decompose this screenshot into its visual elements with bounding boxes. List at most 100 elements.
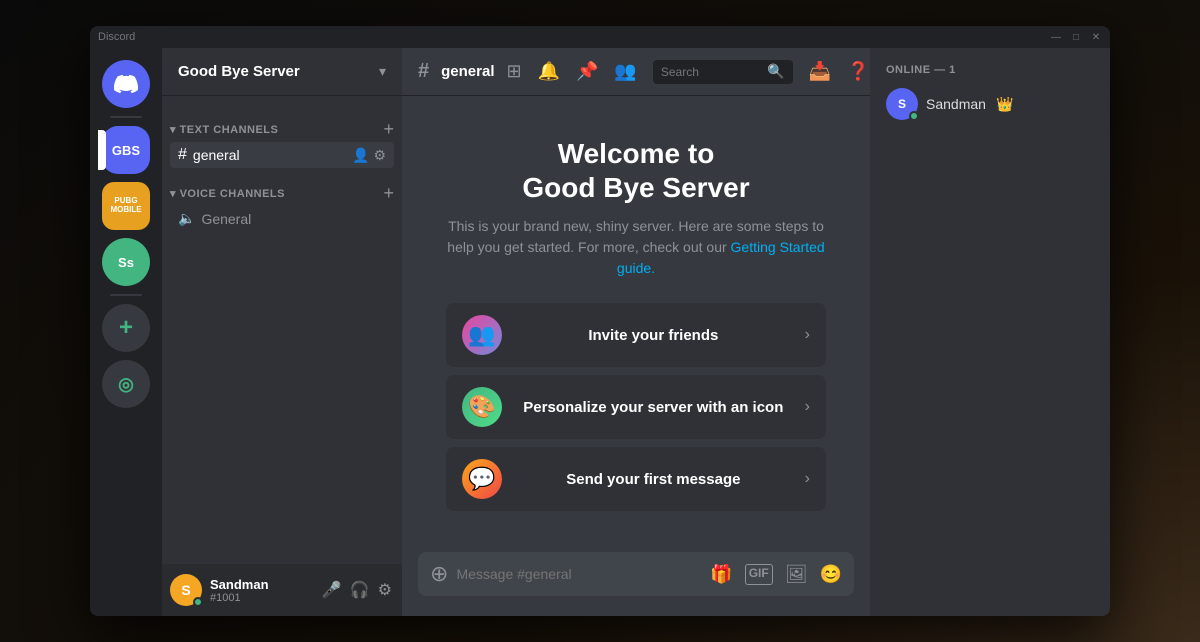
voice-channels-category: ▾ Voice Channels + [162, 168, 402, 206]
text-channel-icon: # [178, 146, 187, 164]
server-icon-add[interactable]: + [102, 304, 150, 352]
server-name: Good Bye Server [178, 63, 300, 80]
mute-button[interactable]: 🎤 [320, 578, 344, 602]
add-text-channel-button[interactable]: + [383, 120, 394, 138]
personalize-label: Personalize your server with an icon [514, 399, 793, 416]
member-item-sandman[interactable]: S Sandman 👑 [878, 84, 1102, 124]
user-name: Sandman [210, 577, 312, 592]
close-button[interactable]: ✕ [1090, 31, 1102, 43]
server-icon-ss[interactable]: Ss [102, 238, 150, 286]
hashtag-threads-icon[interactable]: ⊞ [506, 61, 521, 82]
online-members-header: ONLINE — 1 [878, 64, 1102, 76]
notification-bell-icon[interactable]: 🔔 [538, 61, 560, 82]
invite-friends-label: Invite your friends [514, 327, 793, 344]
member-avatar-initial: S [898, 97, 906, 111]
server-icon-discord-home[interactable] [102, 60, 150, 108]
gift-icon[interactable]: 🎁 [710, 564, 732, 585]
pin-icon[interactable]: 📌 [576, 61, 598, 82]
action-cards: 👥 Invite your friends › 🎨 Personalize yo… [446, 303, 826, 511]
channel-actions: 👤 ⚙ [352, 147, 386, 164]
server-icon-pubg[interactable]: PUBGMOBILE [102, 182, 150, 230]
server-divider [110, 116, 142, 118]
personalize-chevron-icon: › [805, 398, 810, 416]
gif-icon[interactable]: GIF [745, 564, 773, 585]
search-bar[interactable]: Search 🔍 [653, 60, 793, 84]
user-status-dot [193, 597, 203, 607]
welcome-content: Welcome toGood Bye Server This is your b… [446, 137, 826, 511]
title-bar: Discord — □ ✕ [90, 26, 1110, 48]
active-server-pip [98, 130, 106, 170]
main-content: # general ⊞ 🔔 📌 👥 Search 🔍 📥 ❓ [402, 48, 870, 616]
emoji-icon[interactable]: 😊 [820, 564, 842, 585]
discord-window: Discord — □ ✕ GBS PUBGMOBILE Ss [90, 26, 1110, 616]
invite-friends-card[interactable]: 👥 Invite your friends › [446, 303, 826, 367]
add-attachment-button[interactable]: ⊕ [430, 561, 448, 587]
text-channels-category: ▾ Text Channels + [162, 104, 402, 142]
text-channels-label: ▾ Text Channels [170, 123, 278, 136]
member-online-dot [909, 111, 919, 121]
member-avatar-sandman: S [886, 88, 918, 120]
message-input-box: ⊕ 🎁 GIF 🖼 😊 [418, 552, 854, 596]
app-body: GBS PUBGMOBILE Ss + ◎ Good Bye Server ▾ [90, 48, 1110, 616]
user-discriminator: #1001 [210, 592, 312, 604]
channel-user-icon: 👤 [352, 147, 369, 164]
chat-messages: Welcome toGood Bye Server This is your b… [402, 96, 870, 552]
voice-channels-label: ▾ Voice Channels [170, 187, 285, 200]
channel-item-general[interactable]: # general 👤 ⚙ [170, 142, 394, 168]
explore-icon: ◎ [118, 374, 134, 395]
inbox-icon[interactable]: 📥 [809, 61, 831, 82]
personalize-card[interactable]: 🎨 Personalize your server with an icon › [446, 375, 826, 439]
user-avatar: S [170, 574, 202, 606]
search-placeholder-text: Search [661, 65, 699, 79]
message-icon: 💬 [462, 459, 502, 499]
server-icon-explore[interactable]: ◎ [102, 360, 150, 408]
server-icon-gbs[interactable]: GBS [102, 126, 150, 174]
server-gbs-initials: GBS [112, 143, 140, 158]
add-server-icon: + [119, 314, 133, 342]
invite-icon: 👥 [462, 315, 502, 355]
server-ss-initials: Ss [118, 255, 134, 270]
server-divider-2 [110, 294, 142, 296]
message-input-field[interactable] [456, 566, 702, 582]
chat-area: Welcome toGood Bye Server This is your b… [402, 96, 870, 616]
welcome-description: This is your brand new, shiny server. He… [446, 216, 826, 279]
help-icon[interactable]: ❓ [847, 61, 869, 82]
personalize-icon: 🎨 [462, 387, 502, 427]
window-controls: — □ ✕ [1050, 31, 1102, 43]
user-info: Sandman #1001 [210, 577, 312, 604]
member-crown-icon: 👑 [996, 96, 1013, 113]
deafen-button[interactable]: 🎧 [348, 578, 372, 602]
title-bar-text: Discord [98, 31, 135, 43]
channel-hashtag-icon: # [418, 60, 429, 83]
first-message-card[interactable]: 💬 Send your first message › [446, 447, 826, 511]
maximize-button[interactable]: □ [1070, 31, 1082, 43]
server-pubg-label: PUBGMOBILE [110, 197, 141, 215]
server-sidebar: GBS PUBGMOBILE Ss + ◎ [90, 48, 162, 616]
message-chevron-icon: › [805, 470, 810, 488]
user-controls: 🎤 🎧 ⚙ [320, 578, 394, 602]
minimize-button[interactable]: — [1050, 31, 1062, 43]
channels-list: ▾ Text Channels + # general 👤 ⚙ ▾ Voice … [162, 96, 402, 564]
voice-channel-name: General [201, 211, 251, 227]
message-input-actions: 🎁 GIF 🖼 😊 [710, 564, 842, 585]
members-sidebar: ONLINE — 1 S Sandman 👑 [870, 48, 1110, 616]
user-avatar-initial: S [181, 582, 190, 598]
server-chevron-icon: ▾ [379, 63, 386, 80]
top-bar-channel-name: general [441, 63, 494, 80]
top-bar: # general ⊞ 🔔 📌 👥 Search 🔍 📥 ❓ [402, 48, 870, 96]
search-icon: 🔍 [767, 63, 784, 80]
members-icon[interactable]: 👥 [614, 61, 636, 82]
voice-channel-icon: 🔈 [178, 210, 195, 227]
server-header[interactable]: Good Bye Server ▾ [162, 48, 402, 96]
first-message-label: Send your first message [514, 471, 793, 488]
invite-chevron-icon: › [805, 326, 810, 344]
welcome-title: Welcome toGood Bye Server [446, 137, 826, 204]
sticker-icon[interactable]: 🖼 [785, 564, 808, 585]
top-bar-actions: ⊞ 🔔 📌 👥 Search 🔍 📥 ❓ [506, 60, 869, 84]
user-settings-button[interactable]: ⚙ [376, 578, 394, 602]
member-name-sandman: Sandman [926, 96, 986, 112]
channel-item-voice-general[interactable]: 🔈 General [170, 206, 394, 231]
user-bar: S Sandman #1001 🎤 🎧 ⚙ [162, 564, 402, 616]
channel-settings-icon: ⚙ [373, 147, 386, 164]
add-voice-channel-button[interactable]: + [383, 184, 394, 202]
